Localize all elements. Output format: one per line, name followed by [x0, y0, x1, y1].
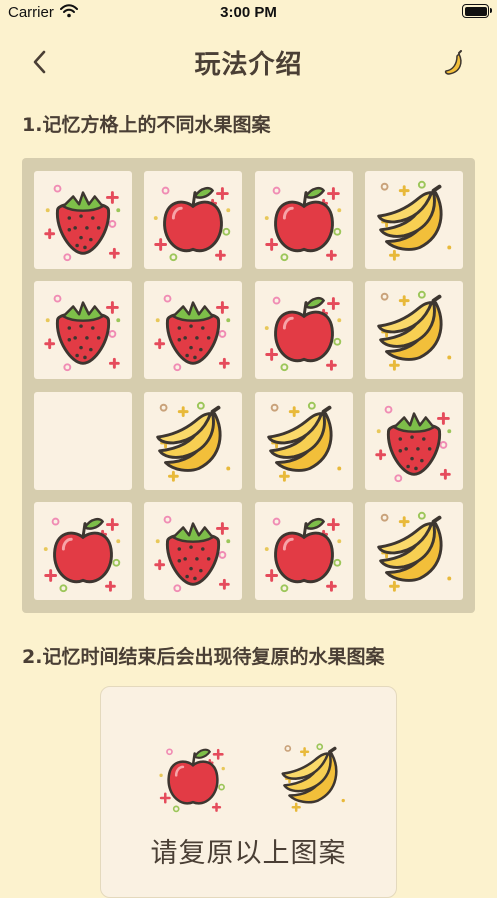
status-bar: Carrier 3:00 PM — [0, 0, 497, 26]
board-cell[interactable] — [144, 281, 242, 379]
fruit-board — [22, 158, 475, 613]
board-cell[interactable] — [365, 281, 463, 379]
banana-icon — [365, 502, 463, 600]
strawberry-icon — [34, 171, 132, 269]
board-cell[interactable] — [255, 171, 353, 269]
board-cell[interactable] — [34, 392, 132, 490]
board-cell[interactable] — [365, 502, 463, 600]
strawberry-icon — [144, 502, 242, 600]
board-cell[interactable] — [255, 502, 353, 600]
banana-icon — [365, 171, 463, 269]
banana-icon — [144, 392, 242, 490]
board-cell[interactable] — [365, 171, 463, 269]
board-cell[interactable] — [34, 502, 132, 600]
apple-icon — [151, 735, 235, 819]
apple-icon — [255, 502, 353, 600]
banana-icon — [365, 281, 463, 379]
strawberry-icon — [144, 281, 242, 379]
board-cell[interactable] — [144, 392, 242, 490]
apple-icon — [255, 281, 353, 379]
board-cell[interactable] — [34, 281, 132, 379]
board-cell[interactable] — [34, 171, 132, 269]
board-cell[interactable] — [255, 281, 353, 379]
board-cell[interactable] — [144, 171, 242, 269]
banana-icon — [271, 735, 355, 819]
instruction-step-2: 2.记忆时间结束后会出现待复原的水果图案 — [22, 646, 385, 668]
board-cell[interactable] — [255, 392, 353, 490]
board-cell[interactable] — [144, 502, 242, 600]
apple-icon — [34, 502, 132, 600]
example-caption: 请复原以上图案 — [150, 838, 347, 869]
restore-example-card: 请复原以上图案 — [100, 686, 397, 898]
example-fruit — [271, 735, 355, 819]
navigation-bar: 玩法介绍 — [0, 34, 497, 88]
banana-icon[interactable] — [443, 50, 465, 80]
example-fruit — [151, 735, 235, 819]
battery-icon — [462, 4, 492, 18]
strawberry-icon — [34, 281, 132, 379]
apple-icon — [255, 171, 353, 269]
page-title: 玩法介绍 — [194, 50, 303, 80]
status-time: 3:00 PM — [220, 4, 277, 21]
strawberry-icon — [365, 392, 463, 490]
apple-icon — [144, 171, 242, 269]
instruction-step-1: 1.记忆方格上的不同水果图案 — [22, 114, 271, 136]
board-cell[interactable] — [365, 392, 463, 490]
banana-icon — [255, 392, 353, 490]
